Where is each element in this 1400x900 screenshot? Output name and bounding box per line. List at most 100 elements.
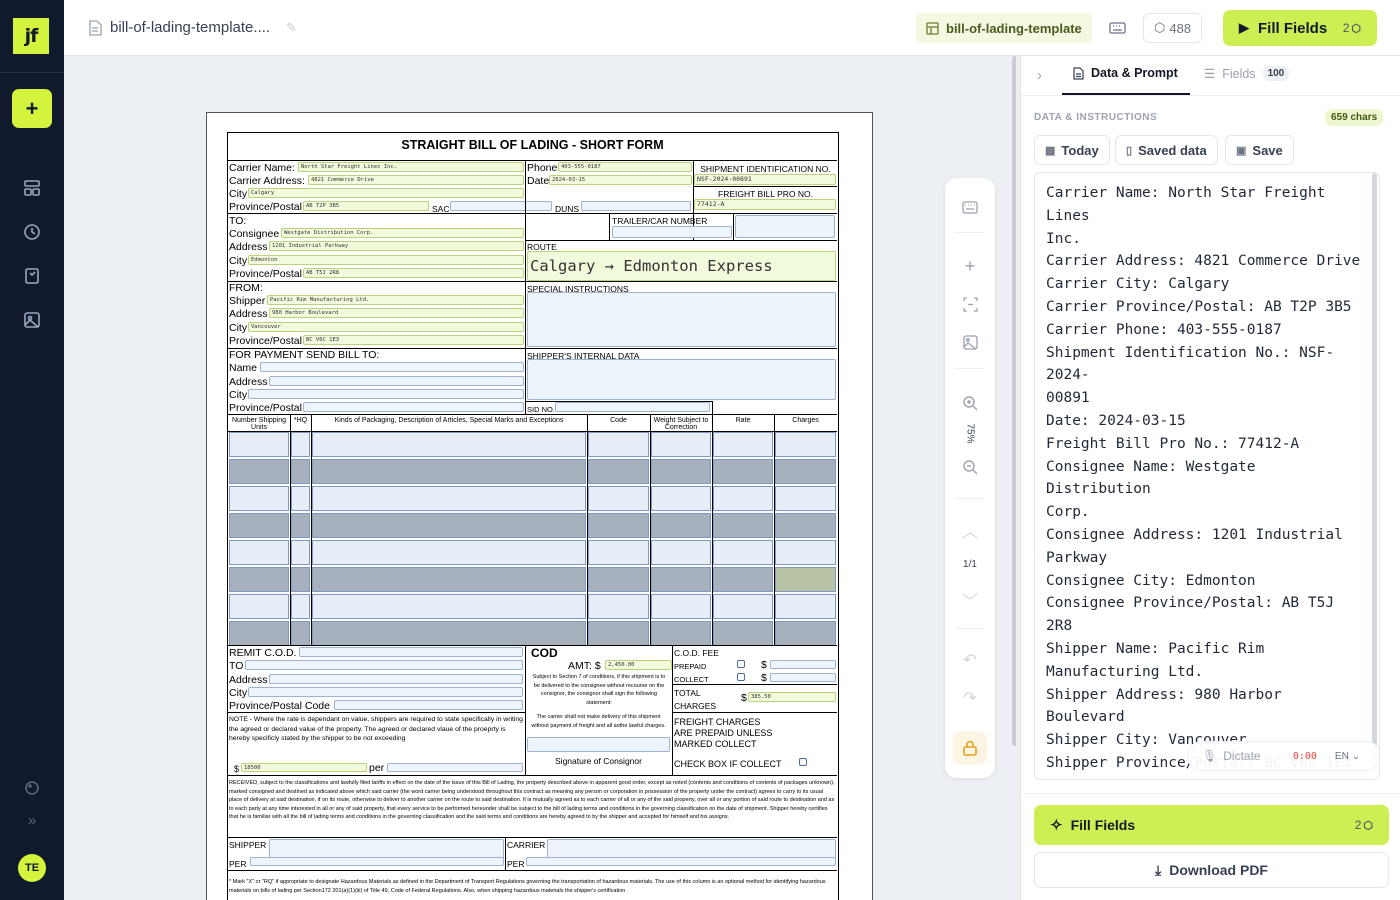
field-carrier-per[interactable] xyxy=(526,857,836,866)
table-cell[interactable] xyxy=(291,459,310,484)
image-icon[interactable] xyxy=(960,332,980,352)
language-select[interactable]: EN ⌄ xyxy=(1335,751,1360,762)
today-button[interactable]: ▦ Today xyxy=(1034,135,1110,165)
table-cell[interactable] xyxy=(651,567,711,592)
table-cell[interactable] xyxy=(588,621,649,646)
table-cell[interactable] xyxy=(713,594,773,619)
field-freight-bill[interactable]: 77412-A xyxy=(694,199,836,210)
saved-data-button[interactable]: ▯ Saved data xyxy=(1115,135,1218,165)
table-cell[interactable] xyxy=(229,594,289,619)
table-cell[interactable] xyxy=(229,513,289,538)
templates-icon[interactable] xyxy=(22,178,42,198)
field-cons-province[interactable]: AB T5J 2R8 xyxy=(303,268,524,278)
table-cell[interactable] xyxy=(775,540,836,565)
field-total-charges[interactable]: 385.50 xyxy=(748,692,836,702)
checkbox-collect-freight[interactable] xyxy=(799,758,807,766)
table-cell[interactable] xyxy=(312,540,586,565)
table-cell[interactable] xyxy=(312,567,586,592)
add-field-icon[interactable]: + xyxy=(960,256,980,276)
table-cell[interactable] xyxy=(775,621,836,646)
field-consignee[interactable]: Westgate Distribution Corp. xyxy=(281,228,524,238)
field-pay-city[interactable] xyxy=(248,389,524,399)
field-cod-amt[interactable]: 2,450.00 xyxy=(605,660,672,670)
field-cons-address[interactable]: 1201 Industrial Parkway xyxy=(269,241,524,251)
redo-icon[interactable]: ↷ xyxy=(960,688,980,708)
bookmark-icon[interactable] xyxy=(22,266,42,286)
field-special-instructions[interactable] xyxy=(527,292,836,347)
save-button[interactable]: ▣ Save xyxy=(1225,135,1294,165)
field-shipper-per[interactable] xyxy=(250,857,504,866)
checkbox-collect[interactable] xyxy=(737,673,745,681)
field-collect[interactable] xyxy=(770,673,836,682)
table-cell[interactable] xyxy=(775,513,836,538)
table-cell[interactable] xyxy=(651,513,711,538)
field-prepaid[interactable] xyxy=(770,660,836,669)
table-cell[interactable] xyxy=(291,486,310,511)
field-remit-address[interactable] xyxy=(269,674,523,684)
table-cell[interactable] xyxy=(312,594,586,619)
textarea-scrollbar[interactable] xyxy=(1372,173,1377,765)
field-ship-city[interactable]: Vancouver xyxy=(248,322,524,332)
table-cell[interactable] xyxy=(775,432,836,457)
document-title[interactable]: bill-of-lading-template.... xyxy=(110,19,270,36)
field-cons-city[interactable]: Edmonton xyxy=(248,255,524,265)
table-cell[interactable] xyxy=(229,486,289,511)
table-cell[interactable] xyxy=(291,513,310,538)
chevron-up-icon[interactable]: ︿ xyxy=(960,520,980,541)
table-cell[interactable] xyxy=(312,513,586,538)
table-cell[interactable] xyxy=(588,486,649,511)
field-trailer[interactable] xyxy=(612,226,732,238)
expand-icon[interactable]: » xyxy=(22,810,42,830)
collapse-panel-icon[interactable]: › xyxy=(1037,67,1042,84)
keyboard-icon[interactable] xyxy=(1109,21,1126,40)
table-cell[interactable] xyxy=(229,459,289,484)
dictate-bar[interactable]: 🎙︎ Dictate 0:00 EN ⌄ xyxy=(1187,741,1379,771)
table-cell[interactable] xyxy=(312,459,586,484)
zoom-out-icon[interactable] xyxy=(960,457,980,477)
table-cell[interactable] xyxy=(651,486,711,511)
field-trailer-extra[interactable] xyxy=(735,215,835,238)
field-value[interactable]: 18500 xyxy=(241,763,367,772)
field-shipper[interactable]: Pacific Rim Manufacturing Ltd. xyxy=(267,295,524,305)
table-cell[interactable] xyxy=(775,594,836,619)
field-per[interactable] xyxy=(387,763,523,772)
select-area-icon[interactable] xyxy=(960,294,980,314)
field-carrier-sig[interactable] xyxy=(547,839,836,859)
chevron-down-icon[interactable]: ﹀ xyxy=(960,590,980,611)
table-cell[interactable] xyxy=(588,432,649,457)
field-pay-address[interactable] xyxy=(269,376,524,386)
field-remit-city[interactable] xyxy=(248,687,523,697)
field-carrier-province[interactable]: AB T2P 3B5 xyxy=(303,201,429,211)
table-cell[interactable] xyxy=(713,621,773,646)
table-cell[interactable] xyxy=(291,621,310,646)
table-cell[interactable] xyxy=(651,594,711,619)
table-cell[interactable] xyxy=(229,621,289,646)
table-cell[interactable] xyxy=(588,513,649,538)
table-cell[interactable] xyxy=(588,594,649,619)
tab-data-prompt[interactable]: Data & Prompt xyxy=(1073,66,1178,80)
table-cell[interactable] xyxy=(651,459,711,484)
field-ship-province[interactable]: BC V6C 1E3 xyxy=(303,335,524,345)
undo-icon[interactable]: ↶ xyxy=(960,650,980,670)
field-remit[interactable] xyxy=(299,647,523,657)
field-pay-province[interactable] xyxy=(303,402,524,412)
table-cell[interactable] xyxy=(229,540,289,565)
keyboard-icon[interactable] xyxy=(960,197,980,217)
fill-fields-button[interactable]: ▶ Fill Fields 2 ⬡ xyxy=(1223,10,1377,46)
table-cell[interactable] xyxy=(775,567,836,592)
avatar[interactable]: TE xyxy=(18,854,46,882)
textarea-content[interactable]: Carrier Name: North Star Freight Lines In… xyxy=(1035,173,1379,779)
table-cell[interactable] xyxy=(713,486,773,511)
field-ship-address[interactable]: 980 Harbor Boulevard xyxy=(269,308,524,318)
field-carrier-city[interactable]: Calgary xyxy=(248,188,524,198)
field-remit-ppc[interactable] xyxy=(334,700,523,710)
table-cell[interactable] xyxy=(291,540,310,565)
field-shipment-id[interactable]: NSF-2024-00891 xyxy=(694,174,836,185)
tab-fields[interactable]: ☰ Fields 100 xyxy=(1204,66,1290,81)
document-viewer[interactable]: STRAIGHT BILL OF LADING - SHORT FORM Car… xyxy=(64,56,1016,900)
pencil-icon[interactable]: ✎ xyxy=(286,20,297,36)
field-signature[interactable] xyxy=(527,737,670,752)
lock-icon[interactable] xyxy=(953,731,987,765)
table-cell[interactable] xyxy=(291,432,310,457)
table-cell[interactable] xyxy=(775,486,836,511)
